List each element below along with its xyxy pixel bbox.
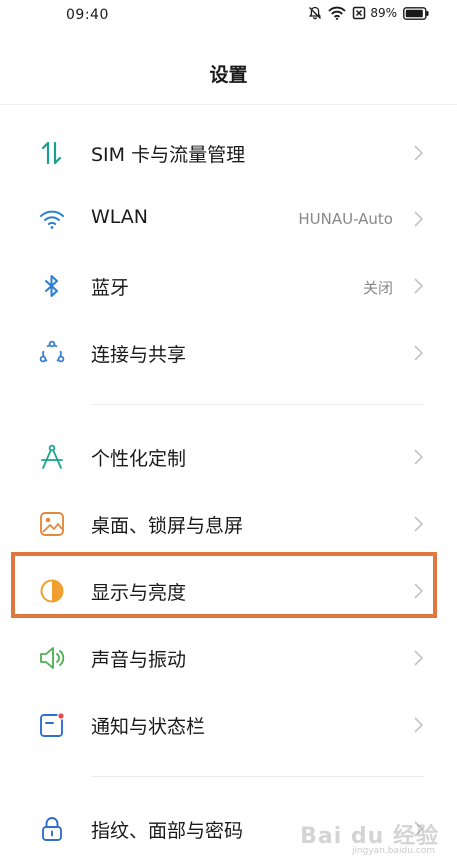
chevron-right-icon — [413, 582, 425, 600]
wifi-icon — [38, 205, 66, 233]
compass-icon — [38, 443, 66, 471]
menu-item-desktop-lockscreen[interactable]: 桌面、锁屏与息屏 — [0, 496, 457, 552]
menu-item-label: 指纹、面部与密码 — [91, 820, 244, 842]
battery-percent: 89% — [370, 6, 397, 20]
menu-item-sim-data[interactable]: SIM 卡与流量管理 — [0, 125, 457, 181]
menu-item-bluetooth[interactable]: 蓝牙 关闭 — [0, 258, 457, 314]
chevron-right-icon — [413, 277, 425, 295]
menu-item-label: 桌面、锁屏与息屏 — [91, 515, 244, 537]
baidu-watermark-url: jingyan.baidu.com — [351, 846, 435, 856]
data-transfer-icon — [38, 139, 66, 167]
chevron-right-icon — [413, 716, 425, 734]
lock-icon — [38, 815, 66, 843]
menu-item-label: 通知与状态栏 — [91, 716, 206, 738]
menu-item-notification-statusbar[interactable]: 通知与状态栏 — [0, 697, 457, 753]
status-time: 09:40 — [66, 7, 109, 23]
chevron-right-icon — [413, 210, 425, 228]
menu-item-value: HUNAU-Auto — [298, 210, 393, 228]
sim-card-icon — [352, 6, 366, 20]
menu-item-label: WLAN — [91, 206, 149, 228]
menu-item-personalization[interactable]: 个性化定制 — [0, 429, 457, 485]
section-divider — [91, 776, 424, 777]
chevron-right-icon — [413, 649, 425, 667]
page-title: 设置 — [209, 64, 248, 86]
menu-item-wlan[interactable]: WLAN HUNAU-Auto — [0, 191, 457, 247]
notification-icon — [38, 711, 66, 739]
menu-item-value: 关闭 — [362, 279, 393, 297]
chevron-right-icon — [413, 144, 425, 162]
speaker-icon — [38, 644, 66, 672]
menu-item-display-brightness[interactable]: 显示与亮度 — [0, 563, 457, 619]
menu-item-connection-sharing[interactable]: 连接与共享 — [0, 325, 457, 381]
status-bar: 09:40 89% — [0, 0, 457, 32]
status-icons: 89% — [308, 6, 429, 20]
menu-item-label: SIM 卡与流量管理 — [91, 144, 246, 166]
section-divider — [91, 404, 424, 405]
chevron-right-icon — [413, 448, 425, 466]
menu-item-label: 连接与共享 — [91, 344, 187, 366]
menu-item-label: 声音与振动 — [91, 649, 187, 671]
header-divider — [0, 104, 457, 105]
mute-bell-icon — [308, 6, 322, 20]
wifi-icon — [328, 6, 346, 20]
brightness-icon — [38, 577, 66, 605]
connection-share-icon — [38, 339, 66, 367]
chevron-right-icon — [413, 515, 425, 533]
chevron-right-icon — [413, 344, 425, 362]
menu-item-label: 个性化定制 — [91, 448, 187, 470]
menu-item-label: 显示与亮度 — [91, 582, 187, 604]
menu-item-sound-vibration[interactable]: 声音与振动 — [0, 630, 457, 686]
battery-icon — [403, 6, 429, 20]
bluetooth-icon — [38, 272, 66, 300]
wallpaper-icon — [38, 510, 66, 538]
menu-item-label: 蓝牙 — [91, 277, 130, 299]
